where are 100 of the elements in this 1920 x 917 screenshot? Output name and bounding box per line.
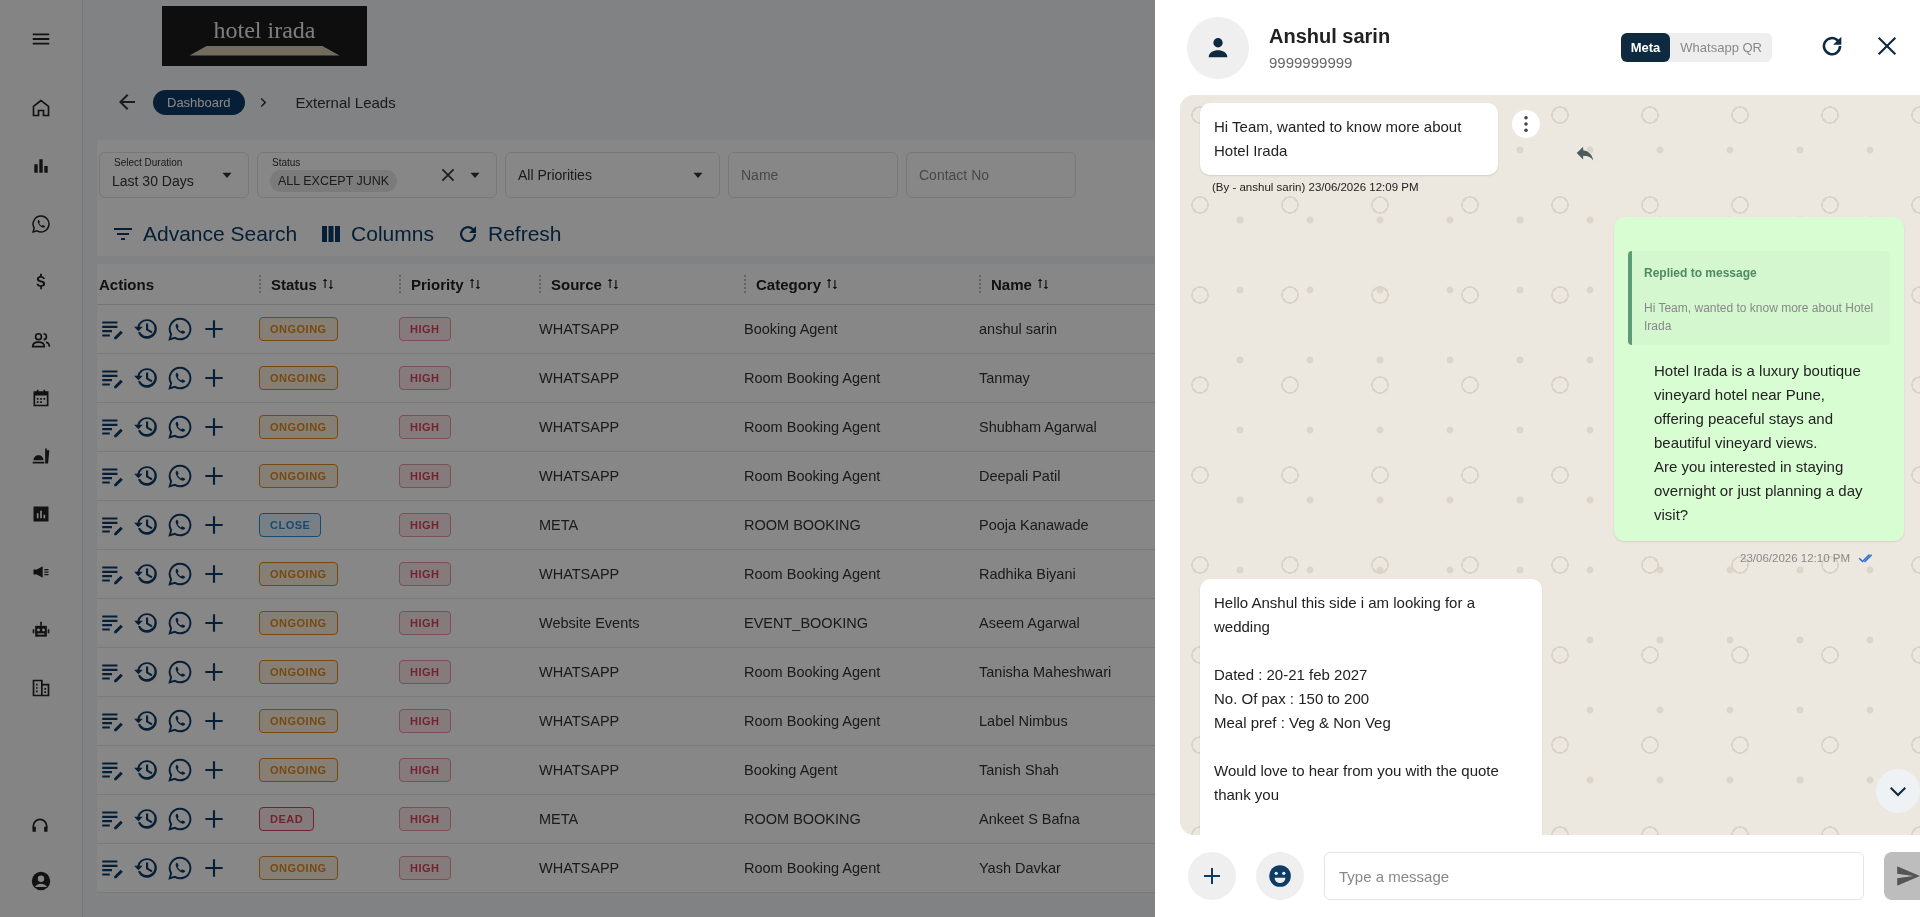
table-cell-text: Website Events (539, 615, 641, 631)
table-cell-text: Room Booking Agent (744, 468, 882, 484)
text-field[interactable]: Name (728, 152, 898, 198)
emoji-button[interactable] (1256, 852, 1304, 900)
table-cell-text: Yash Davkar (979, 860, 1062, 876)
status-select-field[interactable]: Status ALL EXCEPT JUNK (257, 152, 497, 198)
priority-tag: HIGH (399, 856, 451, 880)
history-icon[interactable] (133, 561, 159, 587)
toolbar-button[interactable]: Advance Search (111, 222, 298, 246)
food-icon[interactable] (31, 446, 51, 466)
hotel-logo: hotel irada (162, 6, 367, 66)
sort-icon[interactable] (320, 277, 335, 291)
breadcrumb-link[interactable]: External Leads (281, 88, 410, 116)
table-cell-text: Tanisha Maheshwari (979, 664, 1113, 680)
sort-icon[interactable] (1035, 277, 1050, 291)
bar-chart-icon[interactable] (31, 156, 51, 176)
column-header: Category (756, 275, 822, 293)
home-icon[interactable] (31, 98, 51, 118)
priority-tag: HIGH (399, 758, 451, 782)
history-icon[interactable] (133, 855, 159, 881)
toolbar-button[interactable]: Columns (319, 222, 434, 246)
sort-icon[interactable] (825, 277, 840, 291)
priority-tag: HIGH (399, 709, 451, 733)
table-cell-text: Radhika Biyani (979, 566, 1077, 582)
column-header: Source (551, 275, 602, 293)
column-header: Actions (99, 275, 154, 293)
send-icon (1895, 863, 1920, 889)
whatsapp-icon[interactable] (167, 659, 193, 685)
priority-tag: HIGH (399, 562, 451, 586)
whatsapp-icon[interactable] (167, 316, 193, 342)
history-icon[interactable] (133, 414, 159, 440)
whatsapp-icon[interactable] (167, 855, 193, 881)
status-tag: ONGOING (259, 758, 338, 782)
priority-tag: HIGH (399, 317, 451, 341)
sort-icon[interactable] (605, 277, 620, 291)
column-header: Name (991, 275, 1032, 293)
whatsapp-icon[interactable] (167, 806, 193, 832)
table-cell-text: Aseem Agarwal (979, 615, 1081, 631)
history-icon[interactable] (133, 463, 159, 489)
table-cell-text: WHATSAPP (539, 468, 621, 484)
status-tag: DEAD (259, 807, 315, 831)
channel-tab[interactable]: Meta (1620, 33, 1671, 62)
table-cell-text: Deepali Patil (979, 468, 1062, 484)
priority-tag: HIGH (399, 366, 451, 390)
message-bubble: Hello Anshul this side i am looking for a wedding Dated : 20-21 feb 2027 No. Of pax : 150 to 200 Meal pref : Veg & Non Veg Would love to hear from you with the quote thank you (1200, 579, 1542, 835)
table-cell-text: Booking Agent (744, 321, 839, 337)
priority-tag: HIGH (399, 807, 451, 831)
smile-icon (1267, 863, 1293, 889)
whatsapp-icon[interactable] (167, 561, 193, 587)
column-header: Status (271, 275, 317, 293)
building-icon[interactable] (31, 678, 51, 698)
history-icon[interactable] (133, 316, 159, 342)
channel-tab[interactable]: Whatsapp QR (1670, 33, 1772, 62)
status-tag: ONGOING (259, 317, 338, 341)
table-cell-text: WHATSAPP (539, 860, 621, 876)
breadcrumb-link[interactable]: Dashboard (153, 89, 245, 115)
chevron-icon (258, 97, 268, 107)
history-icon[interactable] (133, 610, 159, 636)
whatsapp-icon[interactable] (167, 463, 193, 489)
whatsapp-icon[interactable] (167, 365, 193, 391)
dropdown-field[interactable]: All Priorities (505, 152, 720, 198)
table-cell-text: Room Booking Agent (744, 566, 882, 582)
sort-icon[interactable] (467, 277, 482, 291)
send-button[interactable] (1884, 852, 1920, 900)
status-tag: ONGOING (259, 709, 338, 733)
whatsapp-icon[interactable] (167, 708, 193, 734)
history-icon[interactable] (133, 512, 159, 538)
text-field[interactable]: Contact No (906, 152, 1076, 198)
whatsapp-icon[interactable] (167, 512, 193, 538)
history-icon[interactable] (133, 806, 159, 832)
table-cell-text: EVENT_BOOKING (744, 615, 870, 631)
message-menu-button[interactable] (1512, 110, 1540, 138)
whatsapp-icon[interactable] (167, 757, 193, 783)
priority-tag: HIGH (399, 415, 451, 439)
message-input[interactable]: Type a message (1324, 852, 1864, 900)
whatsapp-icon[interactable] (167, 610, 193, 636)
message-bubble: Replied to message Hi Team, wanted to know more about Hotel Irada Hotel Irada is a luxury boutique vineyard hotel near Pune, offering peaceful stays and beautiful vineyard views. Are you interested in staying overnight or just planning a day visit? (1614, 217, 1904, 541)
table-cell-text: Shubham Agarwal (979, 419, 1098, 435)
history-icon[interactable] (133, 757, 159, 783)
priority-tag: HIGH (399, 611, 451, 635)
toolbar-button[interactable]: Refresh (456, 222, 562, 246)
status-tag: ONGOING (259, 611, 338, 635)
table-cell-text: Booking Agent (744, 762, 839, 778)
history-icon[interactable] (133, 708, 159, 734)
table-cell-text: anshul sarin (979, 321, 1059, 337)
people-icon[interactable] (31, 330, 51, 350)
scroll-down-button[interactable] (1876, 769, 1920, 813)
whatsapp-icon[interactable] (31, 214, 51, 234)
report-icon[interactable] (31, 504, 51, 524)
table-cell-text: Ankeet S Bafna (979, 811, 1081, 827)
robot-icon[interactable] (31, 620, 51, 640)
status-tag: ONGOING (259, 856, 338, 880)
attach-button[interactable] (1188, 852, 1236, 900)
quoted-message: Replied to message Hi Team, wanted to know more about Hotel Irada (1628, 251, 1890, 345)
whatsapp-icon[interactable] (167, 414, 193, 440)
history-icon[interactable] (133, 659, 159, 685)
dropdown-field[interactable]: Select Duration Last 30 Days (99, 152, 249, 198)
calendar-icon[interactable] (31, 388, 51, 408)
user-icon[interactable] (30, 870, 52, 892)
history-icon[interactable] (133, 365, 159, 391)
